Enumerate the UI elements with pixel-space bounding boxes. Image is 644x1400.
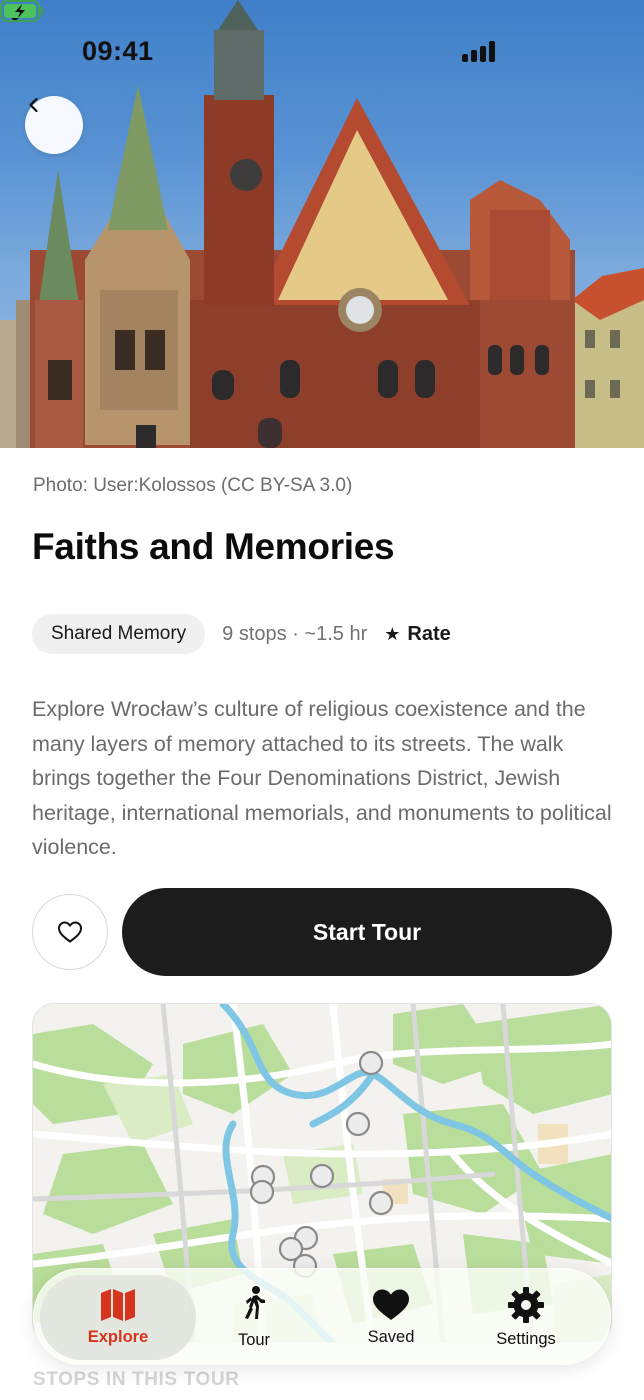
tab-label-settings: Settings [496,1330,556,1348]
tab-label-explore: Explore [87,1328,149,1346]
tab-settings[interactable]: Settings [474,1275,578,1360]
photo-credit: Photo: User:Kolossos (CC BY-SA 3.0) [33,475,353,496]
status-time: 09:41 [82,36,154,66]
rate-button[interactable]: ★ Rate [384,623,451,646]
battery-icon [0,0,43,22]
tour-description: Explore Wrocław’s culture of religious c… [32,697,612,859]
tab-tour[interactable]: Tour [204,1275,304,1360]
walking-icon [245,1286,265,1319]
gear-icon [508,1287,544,1323]
tab-label-saved: Saved [367,1328,415,1346]
category-chip: Shared Memory [32,614,206,654]
favorite-button[interactable] [32,894,108,970]
stops-duration: 9 stops · ~1.5 hr [222,622,368,645]
rate-label: Rate [407,622,451,645]
start-tour-button[interactable]: Start Tour [122,888,612,976]
tab-label-tour: Tour [237,1331,271,1349]
hero-photo: 09:41 [0,0,644,448]
tab-explore[interactable]: Explore [40,1275,196,1360]
tour-meta-row: Shared Memory 9 stops · ~1.5 hr ★ Rate [32,614,451,654]
stops-section-heading: STOPS IN THIS TOUR [33,1369,240,1390]
bottom-tab-bar: Explore Tour Saved Settings [33,1268,611,1365]
cellular-signal-icon [462,40,496,62]
heart-outline-icon [57,921,83,943]
status-bar: 09:41 [0,0,644,100]
tab-saved[interactable]: Saved [339,1275,443,1360]
chevron-left-icon [29,97,38,113]
map-icon [101,1289,135,1321]
tour-title: Faiths and Memories [32,526,395,567]
back-button[interactable] [25,96,83,154]
heart-icon [373,1289,409,1320]
star-icon: ★ [384,623,401,644]
